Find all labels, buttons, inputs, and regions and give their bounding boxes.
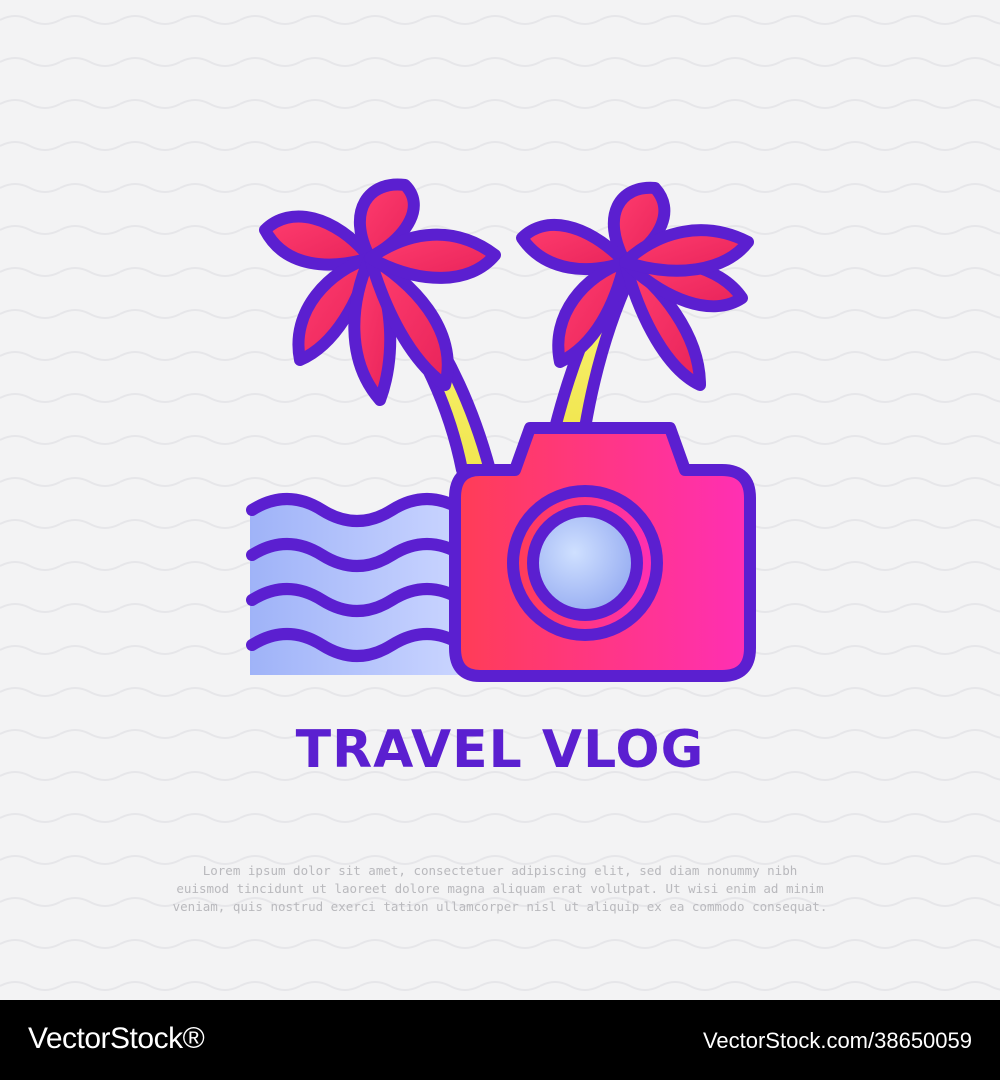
stock-image-id: VectorStock.com/38650059	[702, 1028, 972, 1053]
watermark-footer: VectorStock® VectorStock.com/38650059	[0, 1000, 1000, 1080]
paragraph-line: Lorem ipsum dolor sit amet, consectetuer…	[202, 863, 798, 878]
camera-icon	[449, 422, 756, 682]
waves-icon	[246, 493, 468, 675]
page-title: TRAVEL VLOG	[295, 720, 705, 780]
vectorstock-brand: VectorStock®	[28, 1022, 205, 1055]
travel-vlog-illustration	[0, 0, 1000, 1000]
paragraph-line: euismod tincidunt ut laoreet dolore magn…	[176, 881, 824, 896]
paragraph-line: veniam, quis nostrud exerci tation ullam…	[172, 899, 828, 914]
lorem-paragraph: Lorem ipsum dolor sit amet, consectetuer…	[150, 862, 850, 916]
